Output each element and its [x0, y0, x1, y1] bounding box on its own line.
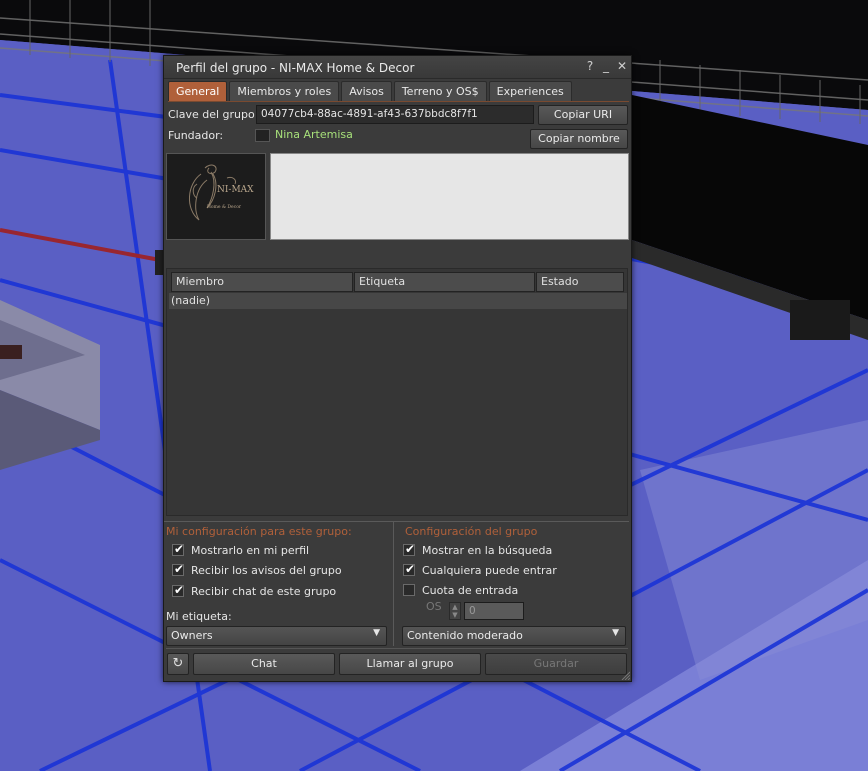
avatar-icon [255, 129, 270, 142]
column-member[interactable]: Miembro [171, 272, 353, 292]
my-tag-dropdown[interactable]: Owners ▼ [166, 626, 387, 646]
save-button[interactable]: Guardar [485, 653, 627, 675]
entry-fee-field[interactable]: 0 [464, 602, 524, 620]
receive-chat-check[interactable] [172, 583, 184, 597]
refresh-icon: ↻ [172, 656, 184, 671]
show-in-profile-check[interactable] [172, 542, 184, 556]
copy-name-button[interactable]: Copiar nombre [530, 129, 628, 149]
entry-fee-label: Cuota de entrada [422, 584, 519, 597]
show-in-search-check[interactable] [403, 542, 415, 556]
open-enrollment-check[interactable] [403, 562, 415, 576]
my-settings-title: Mi configuración para este grupo: [166, 525, 352, 538]
group-key-label: Clave del grupo: [168, 108, 259, 121]
help-icon[interactable]: ? [583, 59, 597, 75]
receive-chat-label: Recibir chat de este grupo [191, 585, 337, 598]
receive-notices-label: Recibir los avisos del grupo [191, 564, 342, 577]
group-settings-title: Configuración del grupo [405, 525, 538, 538]
insignia-logo-icon: NI-MAX Home & Decor [167, 154, 265, 239]
tab-general[interactable]: General [168, 81, 228, 101]
founder-label: Fundador: [168, 129, 224, 142]
show-in-profile-label: Mostrarlo en mi perfil [191, 544, 310, 557]
members-list[interactable]: Miembro Etiqueta Estado (nadie) [166, 268, 628, 516]
entry-fee-check[interactable] [403, 584, 415, 596]
fee-stepper[interactable]: ▲ ▼ [449, 602, 461, 620]
tab-notices[interactable]: Avisos [341, 81, 392, 101]
maturity-value: Contenido moderado [407, 629, 523, 642]
tab-experiences[interactable]: Experiences [488, 81, 572, 101]
members-empty-row: (nadie) [169, 293, 627, 309]
insignia-logo-text: NI-MAX [217, 185, 254, 195]
tab-land-money[interactable]: Terreno y OS$ [393, 81, 487, 101]
open-enrollment-checkbox[interactable]: Cualquiera puede entrar [403, 562, 603, 578]
my-tag-label: Mi etiqueta: [166, 610, 232, 623]
chat-button[interactable]: Chat [193, 653, 335, 675]
chevron-down-icon: ▼ [373, 628, 380, 638]
group-charter-textbox[interactable] [270, 153, 629, 240]
show-in-search-checkbox[interactable]: Mostrar en la búsqueda [403, 542, 603, 558]
group-settings-panel: Configuración del grupo Mostrar en la bú… [394, 521, 629, 646]
minimize-icon[interactable]: _ [599, 59, 613, 75]
my-tag-value: Owners [171, 629, 213, 642]
refresh-button[interactable]: ↻ [167, 653, 189, 675]
column-status[interactable]: Estado [536, 272, 624, 292]
show-in-search-label: Mostrar en la búsqueda [422, 544, 553, 557]
close-icon[interactable]: ✕ [615, 59, 629, 75]
resize-handle-icon[interactable] [620, 670, 630, 680]
tab-bar: General Miembros y roles Avisos Terreno … [168, 81, 572, 101]
fee-currency-label: OS [426, 600, 442, 613]
insignia-logo-subtext: Home & Decor [207, 204, 242, 210]
group-insignia[interactable]: NI-MAX Home & Decor [166, 153, 266, 240]
title-bar[interactable]: Perfil del grupo - NI-MAX Home & Decor ?… [164, 56, 631, 79]
receive-notices-checkbox[interactable]: Recibir los avisos del grupo [172, 562, 372, 578]
tab-underline [168, 101, 629, 102]
group-key-field[interactable]: 04077cb4-88ac-4891-af43-637bbdc8f7f1 [256, 105, 534, 124]
founder-name-link[interactable]: Nina Artemisa [275, 128, 353, 141]
window-title: Perfil del grupo - NI-MAX Home & Decor [176, 61, 415, 75]
receive-notices-check[interactable] [172, 562, 184, 576]
call-group-button[interactable]: Llamar al grupo [339, 653, 481, 675]
group-profile-floater: Perfil del grupo - NI-MAX Home & Decor ?… [163, 55, 632, 682]
my-settings-panel: Mi configuración para este grupo: Mostra… [164, 521, 393, 646]
receive-chat-checkbox[interactable]: Recibir chat de este grupo [172, 583, 372, 599]
show-in-profile-checkbox[interactable]: Mostrarlo en mi perfil [172, 542, 372, 558]
copy-uri-button[interactable]: Copiar URI [538, 105, 628, 125]
footer-separator [166, 648, 628, 649]
chevron-down-icon: ▼ [612, 628, 619, 638]
tab-members-roles[interactable]: Miembros y roles [229, 81, 340, 101]
maturity-dropdown[interactable]: Contenido moderado ▼ [402, 626, 626, 646]
column-tag[interactable]: Etiqueta [354, 272, 535, 292]
entry-fee-checkbox[interactable]: Cuota de entrada [403, 584, 603, 598]
open-enrollment-label: Cualquiera puede entrar [422, 564, 557, 577]
